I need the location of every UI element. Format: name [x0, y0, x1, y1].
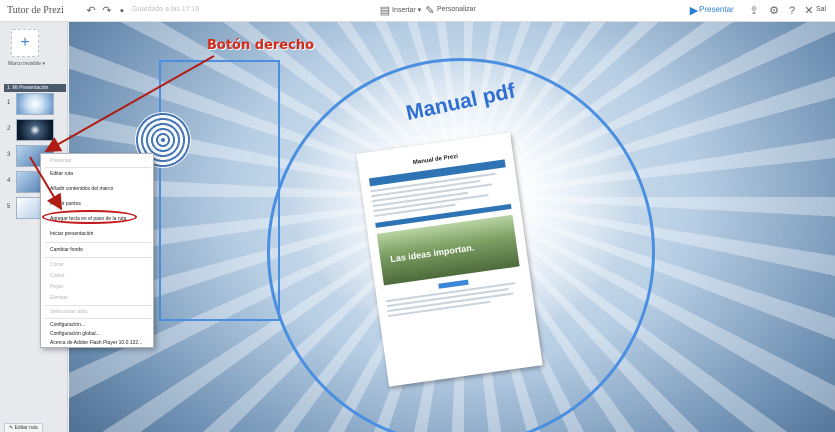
- doc-image: Las ideas importan.: [376, 214, 520, 286]
- menu-separator: [45, 305, 151, 306]
- menu-item-add-points[interactable]: Añadir puntos: [50, 201, 81, 207]
- thumb-image: [16, 93, 54, 115]
- add-frame-button[interactable]: +: [11, 29, 39, 57]
- insert-menu[interactable]: Insertar ▾: [392, 6, 421, 14]
- menu-item-select-all[interactable]: Seleccionar todo: [50, 309, 87, 315]
- menu-item-start-presentation[interactable]: Iniciar presentación: [50, 231, 93, 237]
- menu-item-cut[interactable]: Cortar: [50, 262, 64, 268]
- doc-image-text: Las ideas importan.: [389, 242, 475, 265]
- help-icon[interactable]: ?: [785, 4, 799, 18]
- thumb-number: 3: [7, 152, 11, 158]
- close-icon[interactable]: ✕: [802, 4, 816, 18]
- edit-path-label: Editar ruta: [14, 425, 38, 431]
- thumb-step-1[interactable]: 1: [0, 92, 68, 116]
- thumb-step-2[interactable]: 2: [0, 118, 68, 142]
- undo-icon[interactable]: ↶: [84, 4, 98, 18]
- insert-icon: ▤: [379, 5, 391, 17]
- doc-text-lines-2: [386, 281, 524, 318]
- thumb-number: 1: [7, 100, 11, 106]
- menu-item-about-flash[interactable]: Acerca de Adobe Flash Player 10.0.132...: [50, 340, 142, 346]
- gear-icon[interactable]: ⚙: [767, 4, 781, 18]
- menu-item-edit-path[interactable]: Editar ruta: [50, 171, 73, 177]
- present-button[interactable]: Presentar: [699, 5, 734, 14]
- invisible-frame[interactable]: [159, 60, 280, 321]
- brush-icon: ✎: [425, 5, 435, 17]
- presentation-canvas[interactable]: Manual pdf Manual de Prezi Las ideas imp…: [69, 22, 835, 432]
- thumb-number: 2: [7, 126, 11, 132]
- redo-icon[interactable]: ↷: [100, 4, 114, 18]
- menu-separator: [45, 167, 151, 168]
- menu-item-add-frame-contents[interactable]: Añadir contenidos del marco: [50, 186, 113, 192]
- menu-item-paste[interactable]: Pegar: [50, 284, 63, 290]
- edit-path-button[interactable]: ✎ Editar ruta: [4, 423, 43, 432]
- save-icon[interactable]: ▪: [115, 4, 129, 18]
- top-toolbar: Tutor de Prezi ↶ ↷ ▪ Guardado a las 17:1…: [0, 0, 835, 22]
- customize-menu[interactable]: Personalizar: [437, 6, 476, 13]
- pdf-document[interactable]: Manual de Prezi Las ideas importan.: [356, 132, 543, 387]
- thumb-image: [16, 119, 54, 141]
- menu-item-global-settings[interactable]: Configuración global...: [50, 331, 100, 337]
- context-menu: Presentar Editar ruta Añadir contenidos …: [40, 153, 154, 348]
- menu-separator: [45, 257, 151, 258]
- exit-button[interactable]: Sal: [816, 6, 826, 13]
- menu-item-change-background[interactable]: Cambiar fondo: [50, 247, 83, 253]
- thumb-number: 4: [7, 178, 11, 184]
- highlight-ellipse: [42, 210, 137, 224]
- menu-separator: [45, 242, 151, 243]
- menu-separator: [45, 318, 151, 319]
- path-header[interactable]: 1. Mi Presentación: [4, 84, 66, 92]
- thumb-number: 5: [7, 204, 11, 210]
- menu-item-settings[interactable]: Configuración...: [50, 322, 85, 328]
- annotation-label: Botón derecho: [207, 38, 315, 53]
- menu-item-delete[interactable]: Eliminar: [50, 295, 68, 301]
- share-icon[interactable]: ⇪: [747, 4, 761, 18]
- save-status: Guardado a las 17:16: [132, 6, 200, 13]
- frame-type-dropdown[interactable]: Marco invisible ▾: [8, 61, 45, 67]
- doc-button-graphic: [437, 279, 469, 289]
- menu-item-copy[interactable]: Copiar: [50, 273, 65, 279]
- app-title: Tutor de Prezi: [7, 5, 64, 16]
- menu-item-present[interactable]: Presentar: [50, 158, 72, 164]
